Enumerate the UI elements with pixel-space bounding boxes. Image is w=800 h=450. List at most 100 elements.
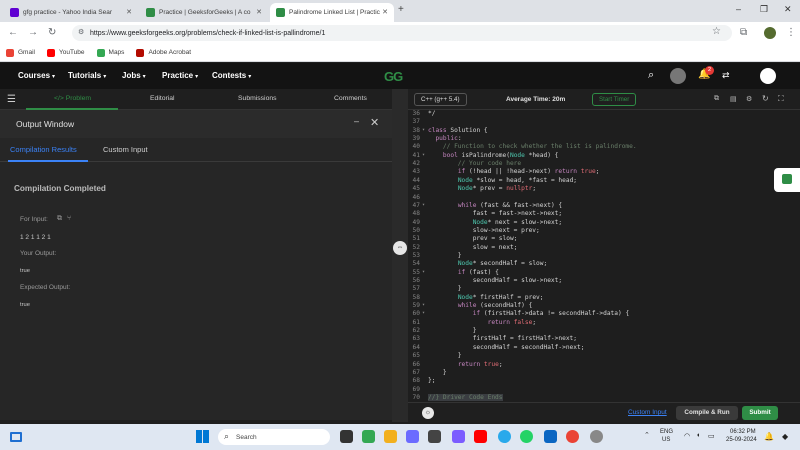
fullscreen-icon[interactable]: ⛶ xyxy=(778,94,784,104)
search-icon[interactable]: ⌕ xyxy=(648,69,654,82)
bookmark-youtube[interactable]: YouTube xyxy=(46,48,85,57)
resize-handle-icon[interactable]: ⇔ xyxy=(393,241,407,255)
custom-input-link[interactable]: Custom Input xyxy=(628,409,667,416)
code-editor[interactable]: 36 */37 38 ▾ class Solution {39 public: 40 //… xyxy=(408,110,800,402)
notifications-bell-icon[interactable]: 🔔 xyxy=(764,432,774,441)
gfg-logo[interactable]: GG xyxy=(384,69,403,84)
pane-splitter[interactable]: ⇔ xyxy=(392,89,408,422)
tab-submissions[interactable]: Submissions xyxy=(238,95,277,102)
save-icon[interactable]: ▤ xyxy=(730,95,737,103)
line-number: 46 xyxy=(412,193,420,201)
fold-arrow-icon[interactable]: ▾ xyxy=(422,310,425,316)
start-timer-button[interactable]: Start Timer xyxy=(592,93,637,106)
fold-arrow-icon[interactable]: ▾ xyxy=(422,127,425,133)
bookmark-adobe-acrobat[interactable]: Adobe Acrobat xyxy=(136,48,191,57)
language-indicator[interactable]: ENG xyxy=(660,429,673,435)
language-select[interactable]: C++ (g++ 5.4) xyxy=(414,93,467,106)
chat-fab[interactable] xyxy=(774,168,800,192)
file-explorer-icon[interactable] xyxy=(384,430,397,443)
site-info-icon[interactable]: ⚙ xyxy=(78,28,84,36)
minimize-icon[interactable]: – xyxy=(354,116,359,126)
settings-icon[interactable] xyxy=(590,430,603,443)
extensions-icon[interactable]: ⧉ xyxy=(740,27,747,38)
url-bar[interactable]: ⚙ https://www.geeksforgeeks.org/problems… xyxy=(72,25,732,41)
menu-dots-icon[interactable]: ⋮ xyxy=(786,27,796,38)
browser-tab-strip: gfg practice - Yahoo India Sear ✕ Practi… xyxy=(0,0,800,22)
close-icon[interactable]: ✕ xyxy=(126,8,132,16)
volume-icon[interactable]: ◖ xyxy=(696,432,700,439)
user-avatar[interactable] xyxy=(760,68,776,84)
theme-sun-icon[interactable]: ☼ xyxy=(422,407,434,419)
line-number: 51 xyxy=(412,235,420,243)
tab-custom-input[interactable]: Custom Input xyxy=(103,145,148,154)
bookmark-gmail[interactable]: Gmail xyxy=(6,48,35,57)
copy-code-icon[interactable]: ⧉ xyxy=(714,95,719,103)
tab-compilation-results[interactable]: Compilation Results xyxy=(10,145,77,154)
youtube-app-icon[interactable] xyxy=(474,430,487,443)
branch-icon[interactable]: ⑂ xyxy=(67,215,71,222)
code-text: slow->next = prev; xyxy=(428,226,540,234)
maximize-icon[interactable]: ❐ xyxy=(760,4,768,15)
code-text: class Solution { xyxy=(428,126,488,134)
bookmark-star-icon[interactable]: ☆ xyxy=(712,26,721,37)
bookmark-maps[interactable]: Maps xyxy=(96,48,124,57)
submit-button[interactable]: Submit xyxy=(742,406,778,420)
store-icon[interactable] xyxy=(406,430,419,443)
hamburger-menu-icon[interactable]: ☰ xyxy=(7,94,16,105)
code-line[interactable]: 70 //} Driver Code Ends xyxy=(408,393,800,402)
tab-editorial[interactable]: Editorial xyxy=(150,95,175,102)
edge-icon[interactable] xyxy=(362,430,375,443)
back-icon[interactable]: ← xyxy=(8,27,18,38)
nav-courses[interactable]: Courses ▾ xyxy=(18,71,55,80)
close-window-icon[interactable]: ✕ xyxy=(784,4,792,15)
taskbar-search[interactable]: ⌕ Search xyxy=(218,429,330,445)
copy-icon[interactable]: ⧉ xyxy=(57,215,62,223)
linkedin-icon[interactable] xyxy=(544,430,557,443)
chevron-up-icon[interactable]: ⌃ xyxy=(644,431,650,439)
windows-start-icon[interactable] xyxy=(196,430,209,443)
fold-arrow-icon[interactable]: ▾ xyxy=(422,302,425,308)
close-icon[interactable]: ✕ xyxy=(382,8,388,16)
copilot-icon[interactable]: ◆ xyxy=(782,432,788,441)
nav-practice[interactable]: Practice ▾ xyxy=(162,71,198,80)
nav-contests[interactable]: Contests ▾ xyxy=(212,71,251,80)
settings-icon[interactable]: ⚙ xyxy=(746,95,752,103)
code-text: secondHalf = secondHalf->next; xyxy=(428,343,585,351)
profile-avatar[interactable] xyxy=(764,27,776,39)
nav-tutorials[interactable]: Tutorials ▾ xyxy=(68,71,106,80)
browser-tab-palindrome[interactable]: Palindrome Linked List | Practic ✕ xyxy=(270,3,394,22)
wifi-icon[interactable]: ◠ xyxy=(684,432,690,440)
new-tab-button[interactable]: + xyxy=(398,4,404,15)
widgets-icon[interactable] xyxy=(10,432,22,442)
reload-icon[interactable]: ↻ xyxy=(48,27,56,38)
reset-icon[interactable]: ↻ xyxy=(762,94,769,103)
adobe-acrobat-icon xyxy=(136,48,145,57)
fold-arrow-icon[interactable]: ▾ xyxy=(422,202,425,208)
theme-toggle-icon[interactable] xyxy=(670,68,686,84)
nav-label: Tutorials xyxy=(68,71,102,80)
translate-icon[interactable]: ⇄ xyxy=(722,70,730,81)
close-icon[interactable]: ✕ xyxy=(370,116,379,129)
telegram-icon[interactable] xyxy=(498,430,511,443)
nav-jobs[interactable]: Jobs ▾ xyxy=(122,71,146,80)
whatsapp-icon[interactable] xyxy=(520,430,533,443)
clock-time[interactable]: 06:32 PM xyxy=(730,429,756,435)
line-number: 58 xyxy=(412,293,420,301)
minimize-icon[interactable]: – xyxy=(736,4,741,14)
compile-run-button[interactable]: Compile & Run xyxy=(676,406,738,420)
app-icon[interactable] xyxy=(428,430,441,443)
battery-icon[interactable]: ▭ xyxy=(708,432,715,440)
pen-app-icon[interactable] xyxy=(452,430,465,443)
fold-arrow-icon[interactable]: ▾ xyxy=(422,152,425,158)
tab-comments[interactable]: Comments xyxy=(334,95,367,102)
forward-icon[interactable]: → xyxy=(28,27,38,38)
tab-problem[interactable]: </> Problem xyxy=(54,95,91,102)
code-text: Node* next = slow->next; xyxy=(472,218,563,226)
code-text: } xyxy=(428,251,462,259)
close-icon[interactable]: ✕ xyxy=(256,8,262,16)
chrome-icon[interactable] xyxy=(566,430,579,443)
task-view-icon[interactable] xyxy=(340,430,353,443)
fold-arrow-icon[interactable]: ▾ xyxy=(422,269,425,275)
browser-tab-practice[interactable]: Practice | GeeksforGeeks | A co ✕ xyxy=(140,3,268,22)
browser-tab-yahoo[interactable]: gfg practice - Yahoo India Sear ✕ xyxy=(4,3,138,22)
